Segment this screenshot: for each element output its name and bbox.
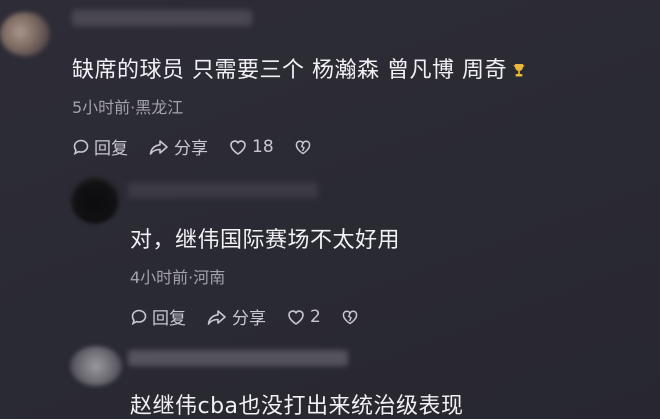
comment-body: 缺席的球员 只需要三个 杨瀚森 曾凡博 周奇 xyxy=(72,58,507,83)
share-arrow-icon xyxy=(149,139,168,155)
reply-button[interactable]: 回复 xyxy=(72,134,128,159)
like-count: 2 xyxy=(310,306,321,327)
comment-text: 对，继伟国际赛场不太好用 xyxy=(130,228,401,253)
comment-feed: 缺席的球员 只需要三个 杨瀚森 曾凡博 周奇 5小时前·黑龙江 回复 分享 18… xyxy=(0,0,660,419)
like-button[interactable]: 2 xyxy=(286,307,321,327)
share-label: 分享 xyxy=(232,309,266,329)
like-button[interactable]: 18 xyxy=(228,137,274,157)
reply-button[interactable]: 回复 xyxy=(130,304,186,329)
reply-bubble-icon xyxy=(131,309,147,325)
comment-actions: 回复 分享 2 xyxy=(130,304,383,329)
username-blurred[interactable] xyxy=(72,10,252,26)
avatar[interactable] xyxy=(0,12,50,56)
share-arrow-icon xyxy=(207,309,226,325)
share-label: 分享 xyxy=(174,139,208,159)
comment-text: 缺席的球员 只需要三个 杨瀚森 曾凡博 周奇 xyxy=(72,52,527,84)
reply-label: 回复 xyxy=(152,309,186,329)
username-blurred[interactable] xyxy=(128,350,348,366)
dislike-button[interactable] xyxy=(341,309,363,325)
comment-meta: 5小时前·黑龙江 xyxy=(72,98,184,117)
username-blurred[interactable] xyxy=(128,182,318,198)
comment-text: 赵继伟cba也没打出来统治级表现 xyxy=(130,394,464,419)
comment-actions: 回复 分享 18 xyxy=(72,134,336,159)
heart-icon xyxy=(230,139,246,155)
avatar[interactable] xyxy=(70,346,122,386)
share-button[interactable]: 分享 xyxy=(206,304,266,329)
broken-heart-icon xyxy=(342,310,358,324)
reply-label: 回复 xyxy=(94,139,128,159)
share-button[interactable]: 分享 xyxy=(148,134,208,159)
trophy-icon xyxy=(511,59,527,77)
broken-heart-icon xyxy=(295,140,310,154)
heart-icon xyxy=(288,309,304,325)
reply-bubble-icon xyxy=(73,139,89,155)
like-count: 18 xyxy=(252,136,274,157)
avatar[interactable] xyxy=(70,176,120,224)
dislike-button[interactable] xyxy=(294,139,316,155)
comment-meta: 4小时前·河南 xyxy=(130,268,226,287)
